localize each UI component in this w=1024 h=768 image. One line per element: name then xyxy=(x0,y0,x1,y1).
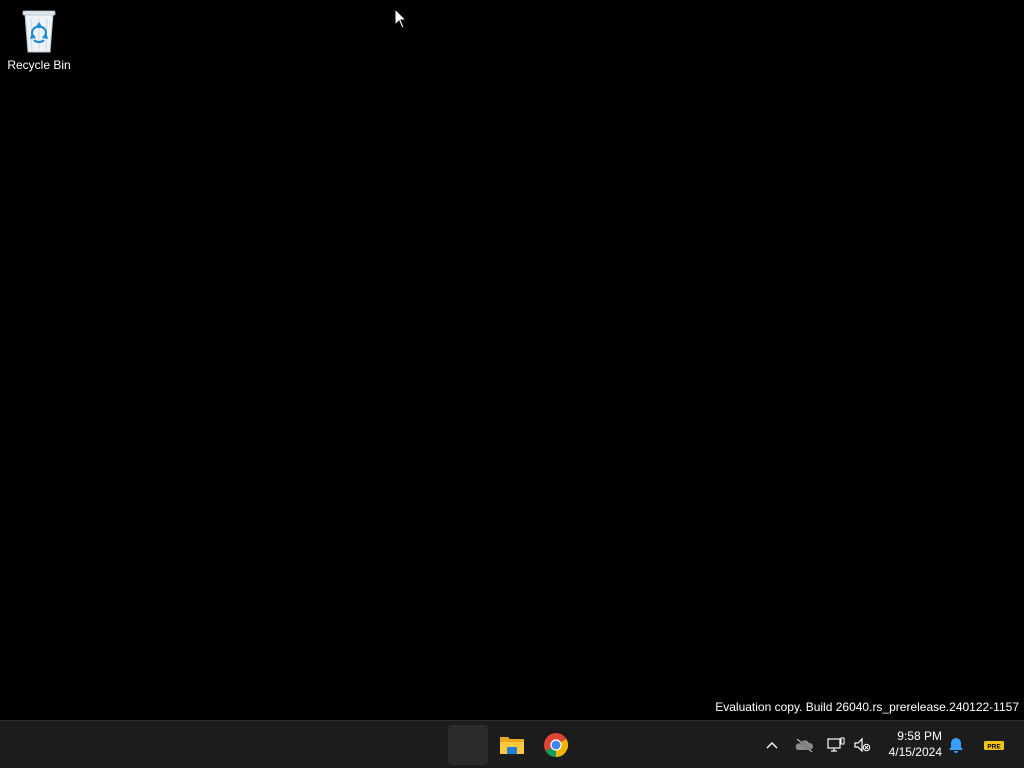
taskbar: 9:58 PM 4/15/2024 PRE xyxy=(0,720,1024,768)
evaluation-watermark: Evaluation copy. Build 26040.rs_prerelea… xyxy=(715,700,1019,714)
file-explorer-button[interactable] xyxy=(492,725,532,765)
insider-pre-button[interactable]: PRE xyxy=(982,733,1006,757)
volume-muted-icon xyxy=(854,737,871,753)
recycle-bin-icon xyxy=(22,10,56,53)
clock-time: 9:58 PM xyxy=(897,729,942,743)
chrome-button[interactable] xyxy=(536,725,576,765)
notifications-button[interactable] xyxy=(944,733,968,757)
network-icon xyxy=(827,737,845,752)
show-hidden-icons-button[interactable] xyxy=(760,733,784,757)
start-button[interactable] xyxy=(448,725,488,765)
chevron-up-icon xyxy=(766,742,778,749)
volume-tray-button[interactable] xyxy=(850,733,874,757)
clock-button[interactable]: 9:58 PM 4/15/2024 xyxy=(878,728,942,760)
onedrive-off-icon xyxy=(795,738,814,753)
pre-badge-text: PRE xyxy=(987,743,1001,750)
chrome-icon xyxy=(544,733,569,757)
network-tray-button[interactable] xyxy=(824,733,848,757)
bell-icon xyxy=(949,738,963,753)
folder-icon xyxy=(500,737,524,754)
pre-badge-icon: PRE xyxy=(984,741,1004,750)
recycle-bin-shortcut[interactable]: Recycle Bin xyxy=(4,4,74,76)
desktop[interactable]: Recycle Bin Evaluation copy. Build 26040… xyxy=(0,0,1024,720)
onedrive-tray-button[interactable] xyxy=(792,733,816,757)
clock-date: 4/15/2024 xyxy=(888,745,942,759)
recycle-bin-label: Recycle Bin xyxy=(7,58,71,72)
mouse-cursor-icon xyxy=(394,8,408,29)
